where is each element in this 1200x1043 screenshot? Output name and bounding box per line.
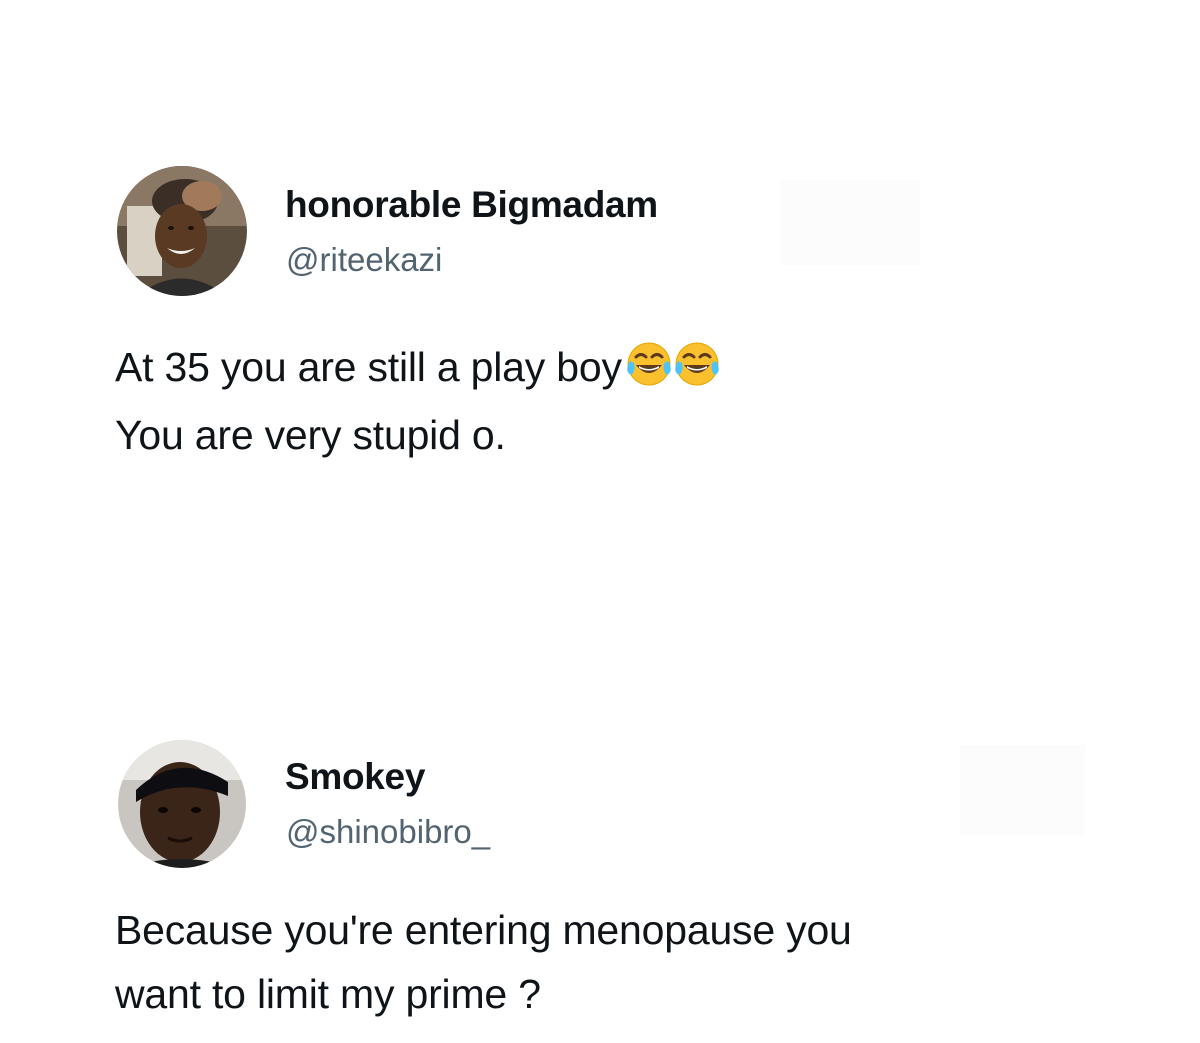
display-name[interactable]: honorable Bigmadam	[285, 184, 658, 226]
background-artifact	[960, 745, 1085, 835]
tweet-text: At 35 you are still a play boy You are v…	[115, 336, 720, 466]
background-artifact	[780, 180, 920, 265]
avatar[interactable]	[118, 740, 246, 868]
avatar[interactable]	[117, 166, 247, 296]
tweet-text-line: want to limit my prime ?	[115, 971, 541, 1017]
face-with-tears-of-joy-icon	[626, 341, 672, 404]
username-handle[interactable]: @shinobibro_	[286, 813, 490, 851]
username-handle[interactable]: @riteekazi	[286, 241, 442, 279]
face-with-tears-of-joy-icon	[674, 341, 720, 404]
tweet-text-line: At 35 you are still a play boy	[115, 336, 720, 404]
display-name[interactable]: Smokey	[285, 756, 425, 798]
tweet-text-line: You are very stupid o.	[115, 412, 506, 458]
tweet-text: Because you're entering menopause you wa…	[115, 898, 852, 1026]
tweet-text-line: Because you're entering menopause you	[115, 907, 852, 953]
